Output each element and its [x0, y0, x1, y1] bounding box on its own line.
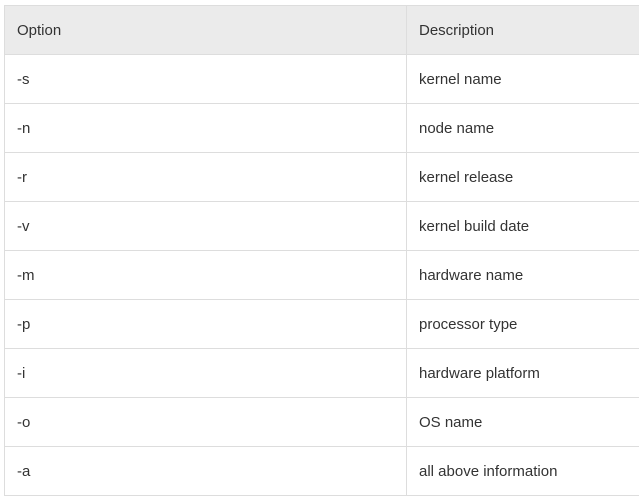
description-cell: kernel name: [406, 54, 639, 104]
description-cell: processor type: [406, 299, 639, 349]
table-row: -o OS name: [4, 397, 639, 447]
option-cell: -a: [4, 446, 407, 496]
table-row: -s kernel name: [4, 54, 639, 104]
column-header-description: Description: [406, 5, 639, 55]
table-row: -p processor type: [4, 299, 639, 349]
table-row: -v kernel build date: [4, 201, 639, 251]
table-row: -a all above information: [4, 446, 639, 496]
description-cell: all above information: [406, 446, 639, 496]
description-cell: kernel build date: [406, 201, 639, 251]
table-row: -n node name: [4, 103, 639, 153]
table-row: -m hardware name: [4, 250, 639, 300]
option-cell: -s: [4, 54, 407, 104]
description-cell: kernel release: [406, 152, 639, 202]
option-cell: -n: [4, 103, 407, 153]
option-cell: -i: [4, 348, 407, 398]
description-cell: node name: [406, 103, 639, 153]
description-cell: hardware name: [406, 250, 639, 300]
option-cell: -r: [4, 152, 407, 202]
table-header-row: Option Description: [4, 5, 639, 55]
description-cell: hardware platform: [406, 348, 639, 398]
option-cell: -o: [4, 397, 407, 447]
option-cell: -p: [4, 299, 407, 349]
options-table: Option Description -s kernel name -n nod…: [4, 5, 639, 496]
description-cell: OS name: [406, 397, 639, 447]
option-cell: -v: [4, 201, 407, 251]
options-table-container: Option Description -s kernel name -n nod…: [4, 5, 639, 496]
option-cell: -m: [4, 250, 407, 300]
column-header-option: Option: [4, 5, 407, 55]
table-row: -r kernel release: [4, 152, 639, 202]
table-row: -i hardware platform: [4, 348, 639, 398]
